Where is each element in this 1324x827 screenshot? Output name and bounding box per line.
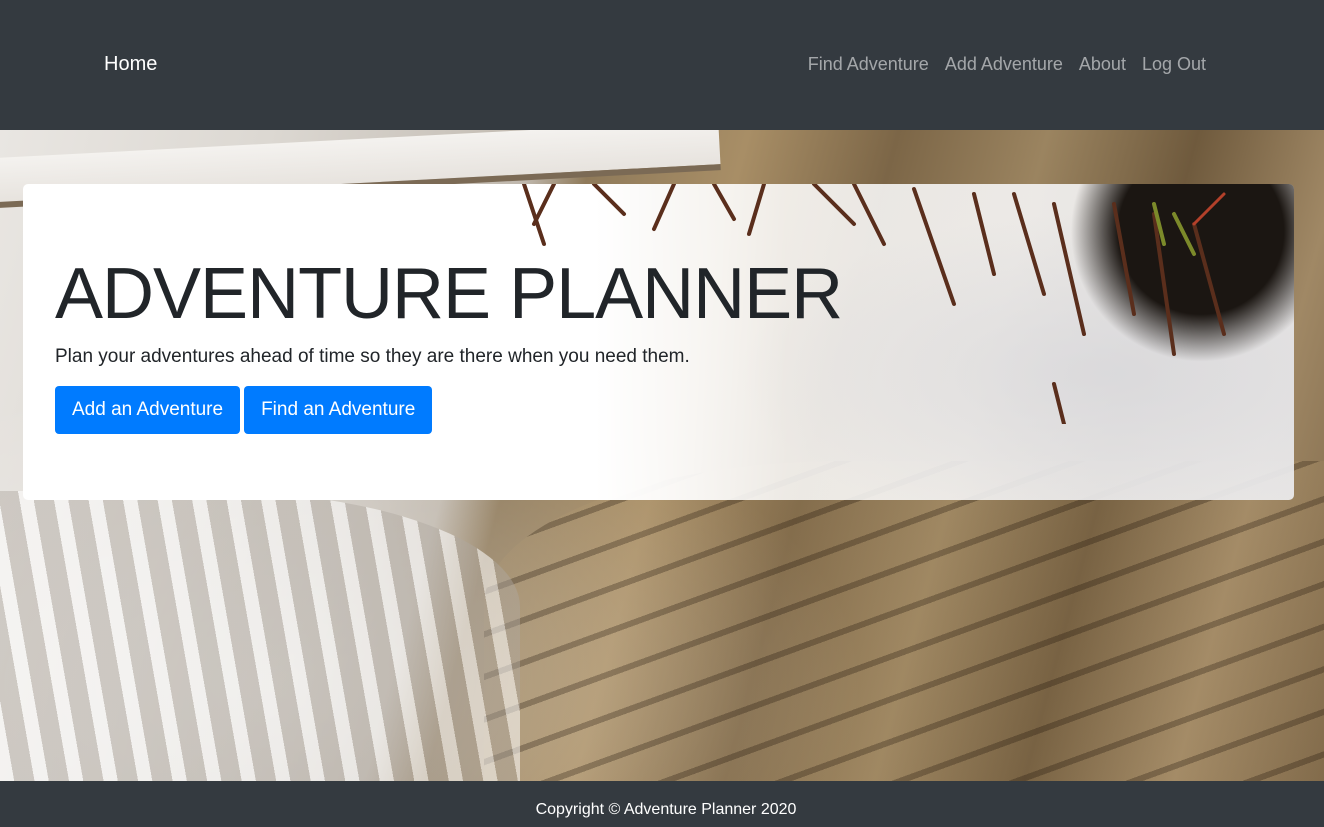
find-adventure-button[interactable]: Find an Adventure bbox=[244, 386, 433, 434]
nav-link-log-out[interactable]: Log Out bbox=[1142, 52, 1206, 76]
lead-text: Plan your adventures ahead of time so th… bbox=[55, 346, 690, 367]
snow-ripple bbox=[0, 491, 520, 781]
rock-texture bbox=[484, 461, 1324, 781]
copyright-text: Copyright © Adventure Planner 2020 bbox=[535, 801, 797, 818]
jumbotron-content: ADVENTURE PLANNER Plan your adventures a… bbox=[55, 254, 843, 434]
page-title: ADVENTURE PLANNER bbox=[55, 254, 843, 334]
navbar: Home Find Adventure Add Adventure About … bbox=[0, 0, 1324, 130]
action-buttons: Add an Adventure Find an Adventure bbox=[55, 386, 842, 434]
nav-brand-home[interactable]: Home bbox=[104, 52, 157, 76]
page: Home Find Adventure Add Adventure About … bbox=[0, 0, 1324, 827]
nav-link-find-adventure[interactable]: Find Adventure bbox=[808, 52, 929, 76]
footer: Copyright © Adventure Planner 2020 bbox=[0, 781, 1324, 827]
nav-link-about[interactable]: About bbox=[1079, 52, 1126, 76]
add-adventure-button[interactable]: Add an Adventure bbox=[55, 386, 241, 434]
nav-link-add-adventure[interactable]: Add Adventure bbox=[945, 52, 1063, 76]
jumbotron: ADVENTURE PLANNER Plan your adventures a… bbox=[23, 184, 1294, 500]
nav-links: Find Adventure Add Adventure About Log O… bbox=[808, 52, 1206, 76]
